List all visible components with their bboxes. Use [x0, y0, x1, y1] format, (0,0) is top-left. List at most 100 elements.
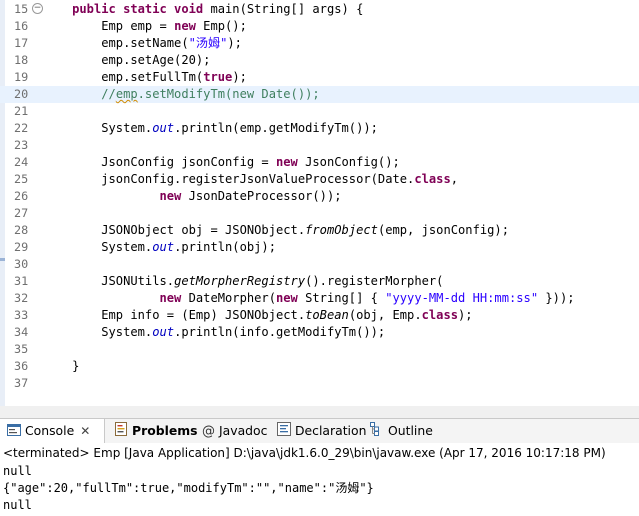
line-number: 25 — [14, 172, 29, 186]
code-line[interactable]: 27 — [0, 205, 639, 222]
code-text: new DateMorpher(new String[] { "yyyy-MM-… — [43, 290, 575, 307]
code-line[interactable]: 35 — [0, 341, 639, 358]
code-token: new — [276, 155, 298, 169]
tab-javadoc[interactable]: @ Javadoc — [202, 419, 267, 443]
code-line[interactable]: 15− public static void main(String[] arg… — [0, 1, 639, 18]
code-line[interactable]: 31 JSONUtils.getMorpherRegistry().regist… — [0, 273, 639, 290]
code-text: emp.setFullTm(true); — [43, 69, 247, 86]
code-token: JsonConfig(); — [297, 155, 400, 169]
line-number: 26 — [14, 189, 29, 203]
code-token: new — [174, 19, 196, 33]
code-token: class — [414, 172, 451, 186]
tab-declaration[interactable]: Declaration — [277, 419, 366, 443]
code-token: JsonConfig jsonConfig = — [43, 155, 276, 169]
code-token: emp.setName( — [43, 36, 189, 50]
code-text: } — [43, 358, 79, 375]
line-number: 17 — [14, 36, 29, 50]
code-token: "yyyy-MM-dd HH:mm:ss" — [385, 291, 539, 305]
code-token: ); — [227, 36, 242, 50]
code-token: Emp emp = — [43, 19, 175, 33]
code-token: .println(info.getModifyTm()); — [174, 325, 386, 339]
code-line[interactable]: 24 JsonConfig jsonConfig = new JsonConfi… — [0, 154, 639, 171]
code-token: (obj, Emp. — [348, 308, 422, 322]
code-token: emp.setFullTm( — [43, 70, 204, 84]
line-number: 22 — [14, 121, 29, 135]
code-line[interactable]: 18 emp.setAge(20); — [0, 52, 639, 69]
code-token: Emp info = (Emp) JSONObject. — [43, 308, 306, 322]
code-line[interactable]: 36 } — [0, 358, 639, 375]
code-line[interactable]: 37 — [0, 375, 639, 392]
code-line[interactable]: 17 emp.setName("汤姆"); — [0, 35, 639, 52]
code-line[interactable]: 25 jsonConfig.registerJsonValueProcessor… — [0, 171, 639, 188]
code-token: .println(obj); — [174, 240, 276, 254]
code-line[interactable]: 33 Emp info = (Emp) JSONObject.toBean(ob… — [0, 307, 639, 324]
fold-collapse-icon[interactable]: − — [32, 3, 43, 14]
code-token: ); — [232, 70, 247, 84]
code-token: ); — [458, 308, 473, 322]
code-token: JSONUtils. — [43, 274, 175, 288]
console-icon — [7, 420, 21, 444]
tab-console[interactable]: Console ✕ — [0, 419, 105, 443]
code-token: "汤姆" — [188, 36, 228, 50]
code-line[interactable]: 19 emp.setFullTm(true); — [0, 69, 639, 86]
code-text: JSONUtils.getMorpherRegistry().registerM… — [43, 273, 443, 290]
line-number: 31 — [14, 274, 29, 288]
code-token: })); — [538, 291, 575, 305]
code-token: new — [159, 189, 182, 203]
line-number: 32 — [14, 291, 29, 305]
console-status: <terminated> Emp [Java Application] D:\j… — [3, 446, 606, 460]
tab-outline[interactable]: Outline — [370, 419, 433, 443]
tab-javadoc-label: Javadoc — [219, 423, 268, 438]
code-token: (emp, jsonConfig); — [377, 223, 509, 237]
at-icon: @ — [202, 423, 215, 439]
code-line[interactable]: 30 — [0, 256, 639, 273]
tab-problems[interactable]: Problems — [114, 419, 198, 443]
problems-icon — [114, 420, 128, 444]
console-view[interactable]: <terminated> Emp [Java Application] D:\j… — [0, 443, 639, 516]
code-token: String[] { — [297, 291, 386, 305]
code-token: ().registerMorpher( — [305, 274, 444, 288]
code-token: fromObject — [305, 223, 378, 237]
view-tab-bar: Console ✕ Problems @ Javadoc Declaration O… — [0, 418, 639, 444]
code-line[interactable]: 20 //emp.setModifyTm(new Date()); — [0, 86, 639, 103]
code-token: System. — [43, 240, 153, 254]
code-line[interactable]: 29 System.out.println(obj); — [0, 239, 639, 256]
code-text: Emp emp = new Emp(); — [43, 18, 247, 35]
code-line[interactable]: 34 System.out.println(info.getModifyTm()… — [0, 324, 639, 341]
code-token: class — [421, 308, 459, 322]
code-editor[interactable]: 15− public static void main(String[] arg… — [0, 0, 639, 406]
line-number: 18 — [14, 53, 29, 67]
code-text: JsonConfig jsonConfig = new JsonConfig()… — [43, 154, 400, 171]
code-line[interactable]: 21 — [0, 103, 639, 120]
code-text: Emp info = (Emp) JSONObject.toBean(obj, … — [43, 307, 473, 324]
line-number: 33 — [14, 308, 29, 322]
code-text: emp.setAge(20); — [43, 52, 210, 69]
console-output-line: null — [3, 498, 32, 512]
code-line[interactable]: 22 System.out.println(emp.getModifyTm())… — [0, 120, 639, 137]
code-line[interactable]: 28 JSONObject obj = JSONObject.fromObjec… — [0, 222, 639, 239]
line-number: 37 — [14, 376, 29, 390]
code-token: .println(emp.getModifyTm()); — [174, 121, 378, 135]
code-text: System.out.println(info.getModifyTm()); — [43, 324, 385, 341]
code-token: JSONObject obj = JSONObject. — [43, 223, 306, 237]
code-line[interactable]: 32 new DateMorpher(new String[] { "yyyy-… — [0, 290, 639, 307]
code-token: getMorpherRegistry — [174, 274, 306, 288]
outline-icon — [370, 420, 384, 444]
line-number: 27 — [14, 206, 29, 220]
code-line[interactable]: 23 — [0, 137, 639, 154]
code-token: emp — [115, 87, 138, 101]
code-line[interactable]: 16 Emp emp = new Emp(); — [0, 18, 639, 35]
line-number: 36 — [14, 359, 29, 373]
console-output-line: null — [3, 464, 32, 478]
close-icon[interactable]: ✕ — [80, 424, 90, 438]
code-token: out — [152, 121, 175, 135]
code-text: emp.setName("汤姆"); — [43, 35, 242, 52]
tab-problems-label: Problems — [132, 423, 198, 438]
code-token: } — [43, 359, 80, 373]
code-line[interactable]: 26 new JsonDateProcessor()); — [0, 188, 639, 205]
line-number: 16 — [14, 19, 29, 33]
line-number: 24 — [14, 155, 29, 169]
line-number: 29 — [14, 240, 29, 254]
code-token: DateMorpher( — [181, 291, 276, 305]
